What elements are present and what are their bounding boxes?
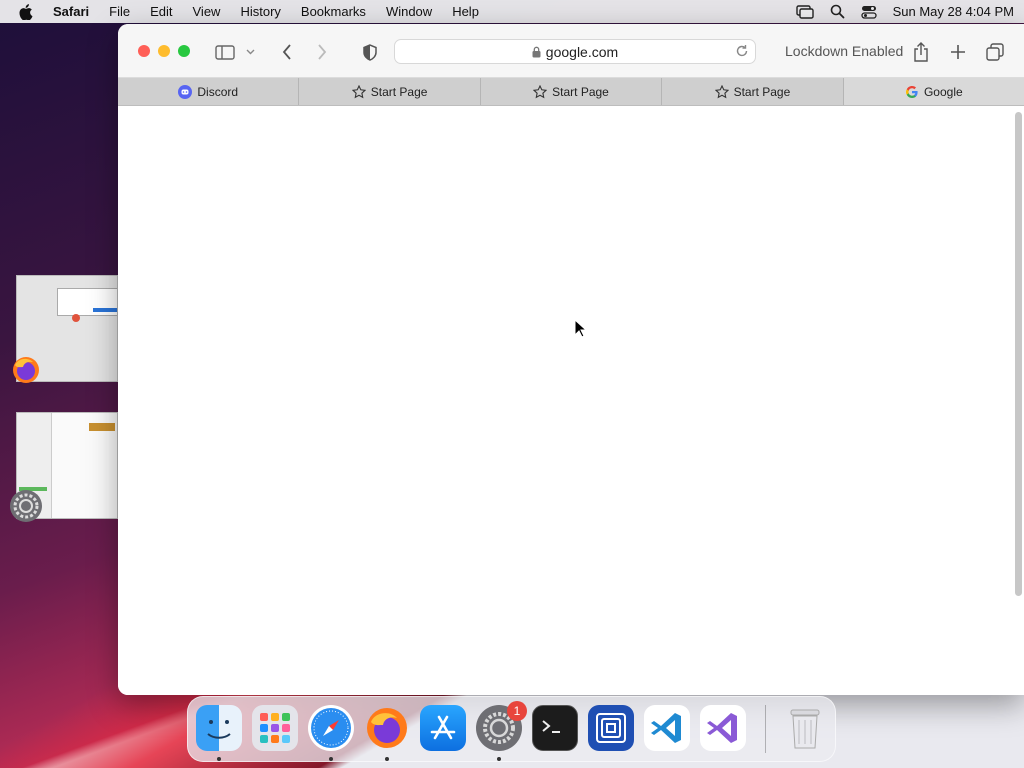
new-tab-button[interactable]: [947, 41, 969, 63]
menu-datetime[interactable]: Sun May 28 4:04 PM: [893, 4, 1014, 19]
tab-label: Start Page: [552, 84, 609, 99]
running-indicator: [385, 757, 389, 761]
tab-start-page-2[interactable]: Start Page: [481, 78, 663, 105]
plus-icon: [951, 45, 965, 59]
google-icon: [905, 85, 919, 99]
safari-toolbar: google.com Lockdown Enabled: [118, 24, 1024, 78]
menu-view[interactable]: View: [193, 4, 221, 19]
visual-studio-icon: [707, 713, 737, 743]
safari-icon: [311, 708, 351, 748]
apple-menu-icon[interactable]: [18, 3, 33, 20]
dock-firefox[interactable]: [364, 705, 410, 751]
sidebar-dropdown-button[interactable]: [244, 41, 256, 63]
web-content-area[interactable]: [118, 106, 1024, 695]
terminal-icon: [542, 720, 560, 733]
screen-mirroring-icon[interactable]: [795, 4, 814, 19]
menu-app-name[interactable]: Safari: [53, 4, 89, 19]
share-button[interactable]: [910, 41, 932, 63]
tab-start-page-1[interactable]: Start Page: [299, 78, 481, 105]
dock-terminal[interactable]: [532, 705, 578, 751]
trash-icon: [790, 709, 820, 749]
thumbnail-dialog-button: [93, 308, 117, 312]
menu-bookmarks[interactable]: Bookmarks: [301, 4, 366, 19]
star-icon: [533, 84, 548, 99]
dock-simulator[interactable]: [588, 705, 634, 751]
firefox-icon: [367, 708, 407, 748]
tab-overview-icon: [986, 43, 1004, 61]
dock-finder[interactable]: [196, 705, 242, 751]
mouse-cursor-icon: [574, 319, 586, 338]
menu-help[interactable]: Help: [452, 4, 479, 19]
reload-icon[interactable]: [735, 44, 749, 58]
control-center-icon[interactable]: [860, 5, 877, 19]
dock: 1: [187, 696, 836, 762]
notification-badge: 1: [507, 701, 527, 721]
simulator-icon: [596, 713, 626, 743]
dock-launchpad[interactable]: [252, 705, 298, 751]
dock-app-store[interactable]: [420, 705, 466, 751]
running-indicator: [217, 757, 221, 761]
firefox-icon: [10, 354, 42, 386]
dock-visual-studio-code[interactable]: [644, 705, 690, 751]
share-icon: [914, 42, 928, 62]
thumbnail-avatar: [72, 314, 80, 322]
launchpad-icon: [260, 713, 290, 743]
tab-label: Discord: [197, 84, 239, 99]
zoom-window-button[interactable]: [178, 45, 190, 57]
chevron-right-icon: [318, 44, 327, 60]
lock-icon: [532, 46, 541, 57]
dock-trash[interactable]: [782, 705, 828, 751]
menu-file[interactable]: File: [109, 4, 130, 19]
dock-safari[interactable]: [308, 705, 354, 751]
running-indicator: [497, 757, 501, 761]
tab-label: Start Page: [370, 84, 428, 99]
shield-icon: [363, 43, 377, 61]
close-window-button[interactable]: [138, 45, 150, 57]
tab-start-page-3[interactable]: Start Page: [662, 78, 844, 105]
thumbnail-images: [89, 423, 115, 431]
safari-window: google.com Lockdown Enabled Discord Star…: [118, 24, 1024, 695]
chevron-left-icon: [282, 44, 291, 60]
back-button[interactable]: [276, 41, 298, 63]
app-store-icon: [430, 715, 456, 740]
dock-visual-studio[interactable]: [700, 705, 746, 751]
tab-google[interactable]: Google: [843, 78, 1024, 105]
menu-bar: Safari File Edit View History Bookmarks …: [0, 0, 1024, 23]
tab-label: Google: [923, 84, 963, 99]
dock-separator: [765, 705, 766, 753]
lockdown-mode-label[interactable]: Lockdown Enabled: [785, 43, 903, 59]
menu-history[interactable]: History: [240, 4, 280, 19]
running-indicator: [329, 757, 333, 761]
tab-bar: Discord Start Page Start Page Start Page…: [118, 78, 1024, 106]
menu-window[interactable]: Window: [386, 4, 432, 19]
vertical-scrollbar[interactable]: [1015, 112, 1022, 596]
star-icon: [714, 84, 729, 99]
discord-icon: [178, 84, 193, 99]
vscode-icon: [651, 713, 681, 743]
spotlight-search-icon[interactable]: [830, 4, 845, 19]
finder-icon: [207, 720, 231, 739]
forward-button[interactable]: [311, 41, 333, 63]
minimize-window-button[interactable]: [158, 45, 170, 57]
tab-discord[interactable]: Discord: [118, 78, 300, 105]
chevron-down-icon: [246, 49, 254, 55]
system-preferences-icon: [10, 490, 42, 522]
address-bar[interactable]: google.com: [394, 39, 756, 64]
star-icon: [351, 84, 366, 99]
tab-overview-button[interactable]: [984, 41, 1006, 63]
address-bar-url: google.com: [545, 43, 619, 60]
sidebar-toggle-button[interactable]: [214, 41, 236, 63]
tab-label: Start Page: [733, 84, 791, 99]
thumbnail-dialog: [57, 288, 117, 316]
sidebar-icon: [215, 44, 235, 60]
privacy-report-button[interactable]: [359, 41, 381, 63]
menu-edit[interactable]: Edit: [150, 4, 172, 19]
